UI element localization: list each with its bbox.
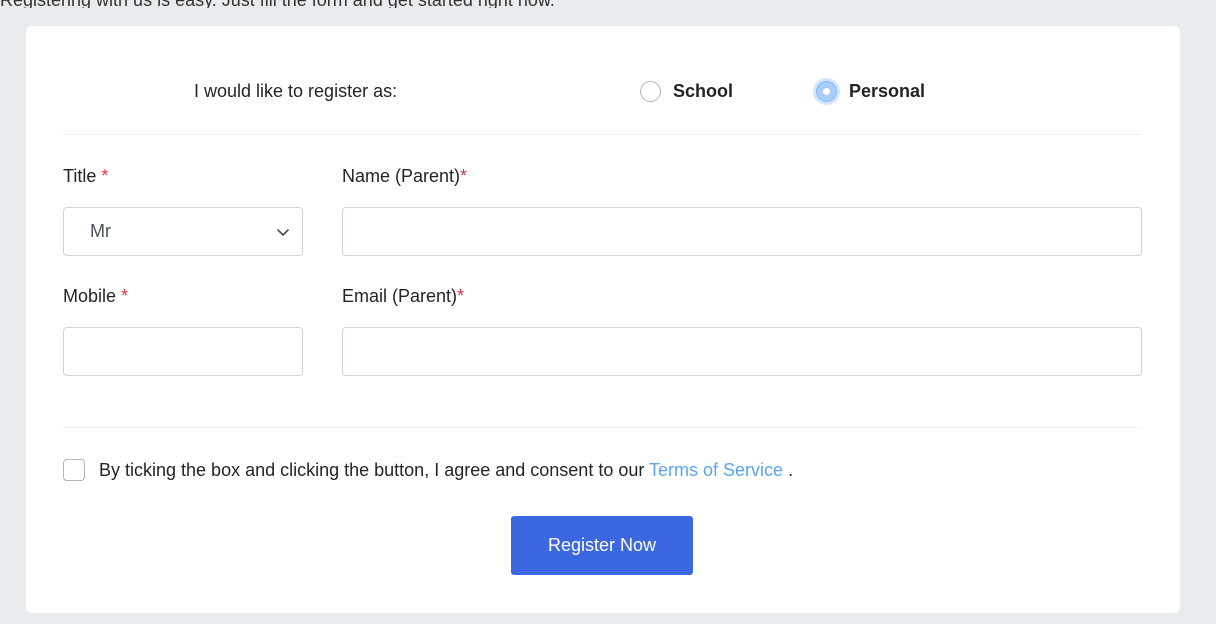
register-as-label: I would like to register as: <box>194 81 398 101</box>
personal-radio[interactable] <box>816 80 837 102</box>
title-label: Title * <box>63 164 108 188</box>
register-now-button[interactable]: Register Now <box>511 516 693 575</box>
email-label: Email (Parent)* <box>342 284 464 308</box>
mobile-input[interactable] <box>63 327 303 376</box>
mobile-required-marker: * <box>121 286 129 306</box>
name-label: Name (Parent)* <box>342 164 467 188</box>
registration-card: I would like to register as: School Pers… <box>26 26 1180 613</box>
title-select-value: Mr <box>90 221 111 241</box>
mobile-label: Mobile * <box>63 284 128 308</box>
title-select[interactable]: Mr <box>63 207 303 256</box>
consent-row: By ticking the box and clicking the butt… <box>63 457 793 483</box>
consent-checkbox[interactable] <box>63 459 85 481</box>
consent-suffix: . <box>788 460 794 480</box>
email-input[interactable] <box>342 327 1142 376</box>
name-input[interactable] <box>342 207 1142 256</box>
divider-bottom <box>63 427 1141 428</box>
intro-text: Registering with us is easy. Just fill t… <box>0 0 555 8</box>
email-label-text: Email (Parent) <box>342 286 458 306</box>
name-required-marker: * <box>460 166 468 186</box>
radio-option-school[interactable]: School <box>640 78 733 104</box>
title-required-marker: * <box>101 166 109 186</box>
school-radio[interactable] <box>640 80 661 102</box>
register-as-row: I would like to register as: School Pers… <box>26 78 1180 104</box>
personal-radio-label: Personal <box>849 81 926 101</box>
school-radio-label: School <box>673 81 734 101</box>
radio-option-personal[interactable]: Personal <box>816 78 925 104</box>
mobile-label-text: Mobile <box>63 286 117 306</box>
consent-text: By ticking the box and clicking the butt… <box>99 457 793 483</box>
terms-of-service-link[interactable]: Terms of Service <box>649 460 783 480</box>
email-required-marker: * <box>457 286 465 306</box>
title-label-text: Title <box>63 166 97 186</box>
chevron-down-icon <box>277 229 289 236</box>
consent-statement: By ticking the box and clicking the butt… <box>99 460 645 480</box>
name-label-text: Name (Parent) <box>342 166 461 186</box>
divider-top <box>63 134 1141 135</box>
